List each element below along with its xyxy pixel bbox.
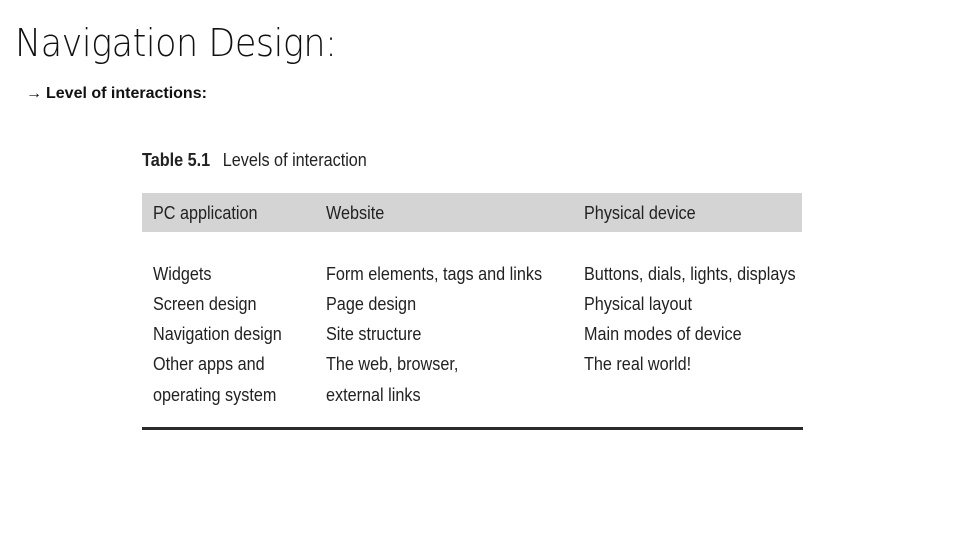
table-figure: Table 5.1 Levels of interaction PC applic… [142, 148, 803, 430]
caption-label: Table 5.1 [142, 150, 211, 170]
header-pc-application: PC application [153, 203, 258, 223]
table-cell: Form elements, tags and links [326, 264, 543, 284]
table-cell: operating system [153, 385, 277, 405]
slide-title: Navigation Design: [15, 21, 337, 65]
header-physical-device: Physical device [584, 203, 696, 223]
table-cell: The real world! [584, 354, 692, 374]
table-cell: Main modes of device [584, 324, 742, 344]
caption-text: Levels of interaction [222, 150, 367, 170]
table-cell: Navigation design [153, 324, 282, 344]
table-cell: Physical layout [584, 294, 693, 314]
arrow-right-icon: → [26, 85, 42, 102]
table-cell: Buttons, dials, lights, displays [584, 264, 796, 284]
table-cell: Screen design [153, 294, 257, 314]
table-cell: The web, browser, [326, 354, 459, 374]
table-cell: Page design [326, 294, 417, 314]
header-website: Website [326, 203, 385, 223]
table-bottom-rule [142, 427, 803, 430]
table-cell: Widgets [153, 264, 212, 284]
subtitle: → Level of interactions: [26, 86, 207, 102]
subtitle-text: Level of interactions: [46, 85, 207, 102]
table-cell: external links [326, 385, 421, 405]
table-cell: Other apps and [153, 354, 265, 374]
table-caption: Table 5.1 Levels of interaction [142, 148, 737, 178]
table-cell: Site structure [326, 324, 422, 344]
